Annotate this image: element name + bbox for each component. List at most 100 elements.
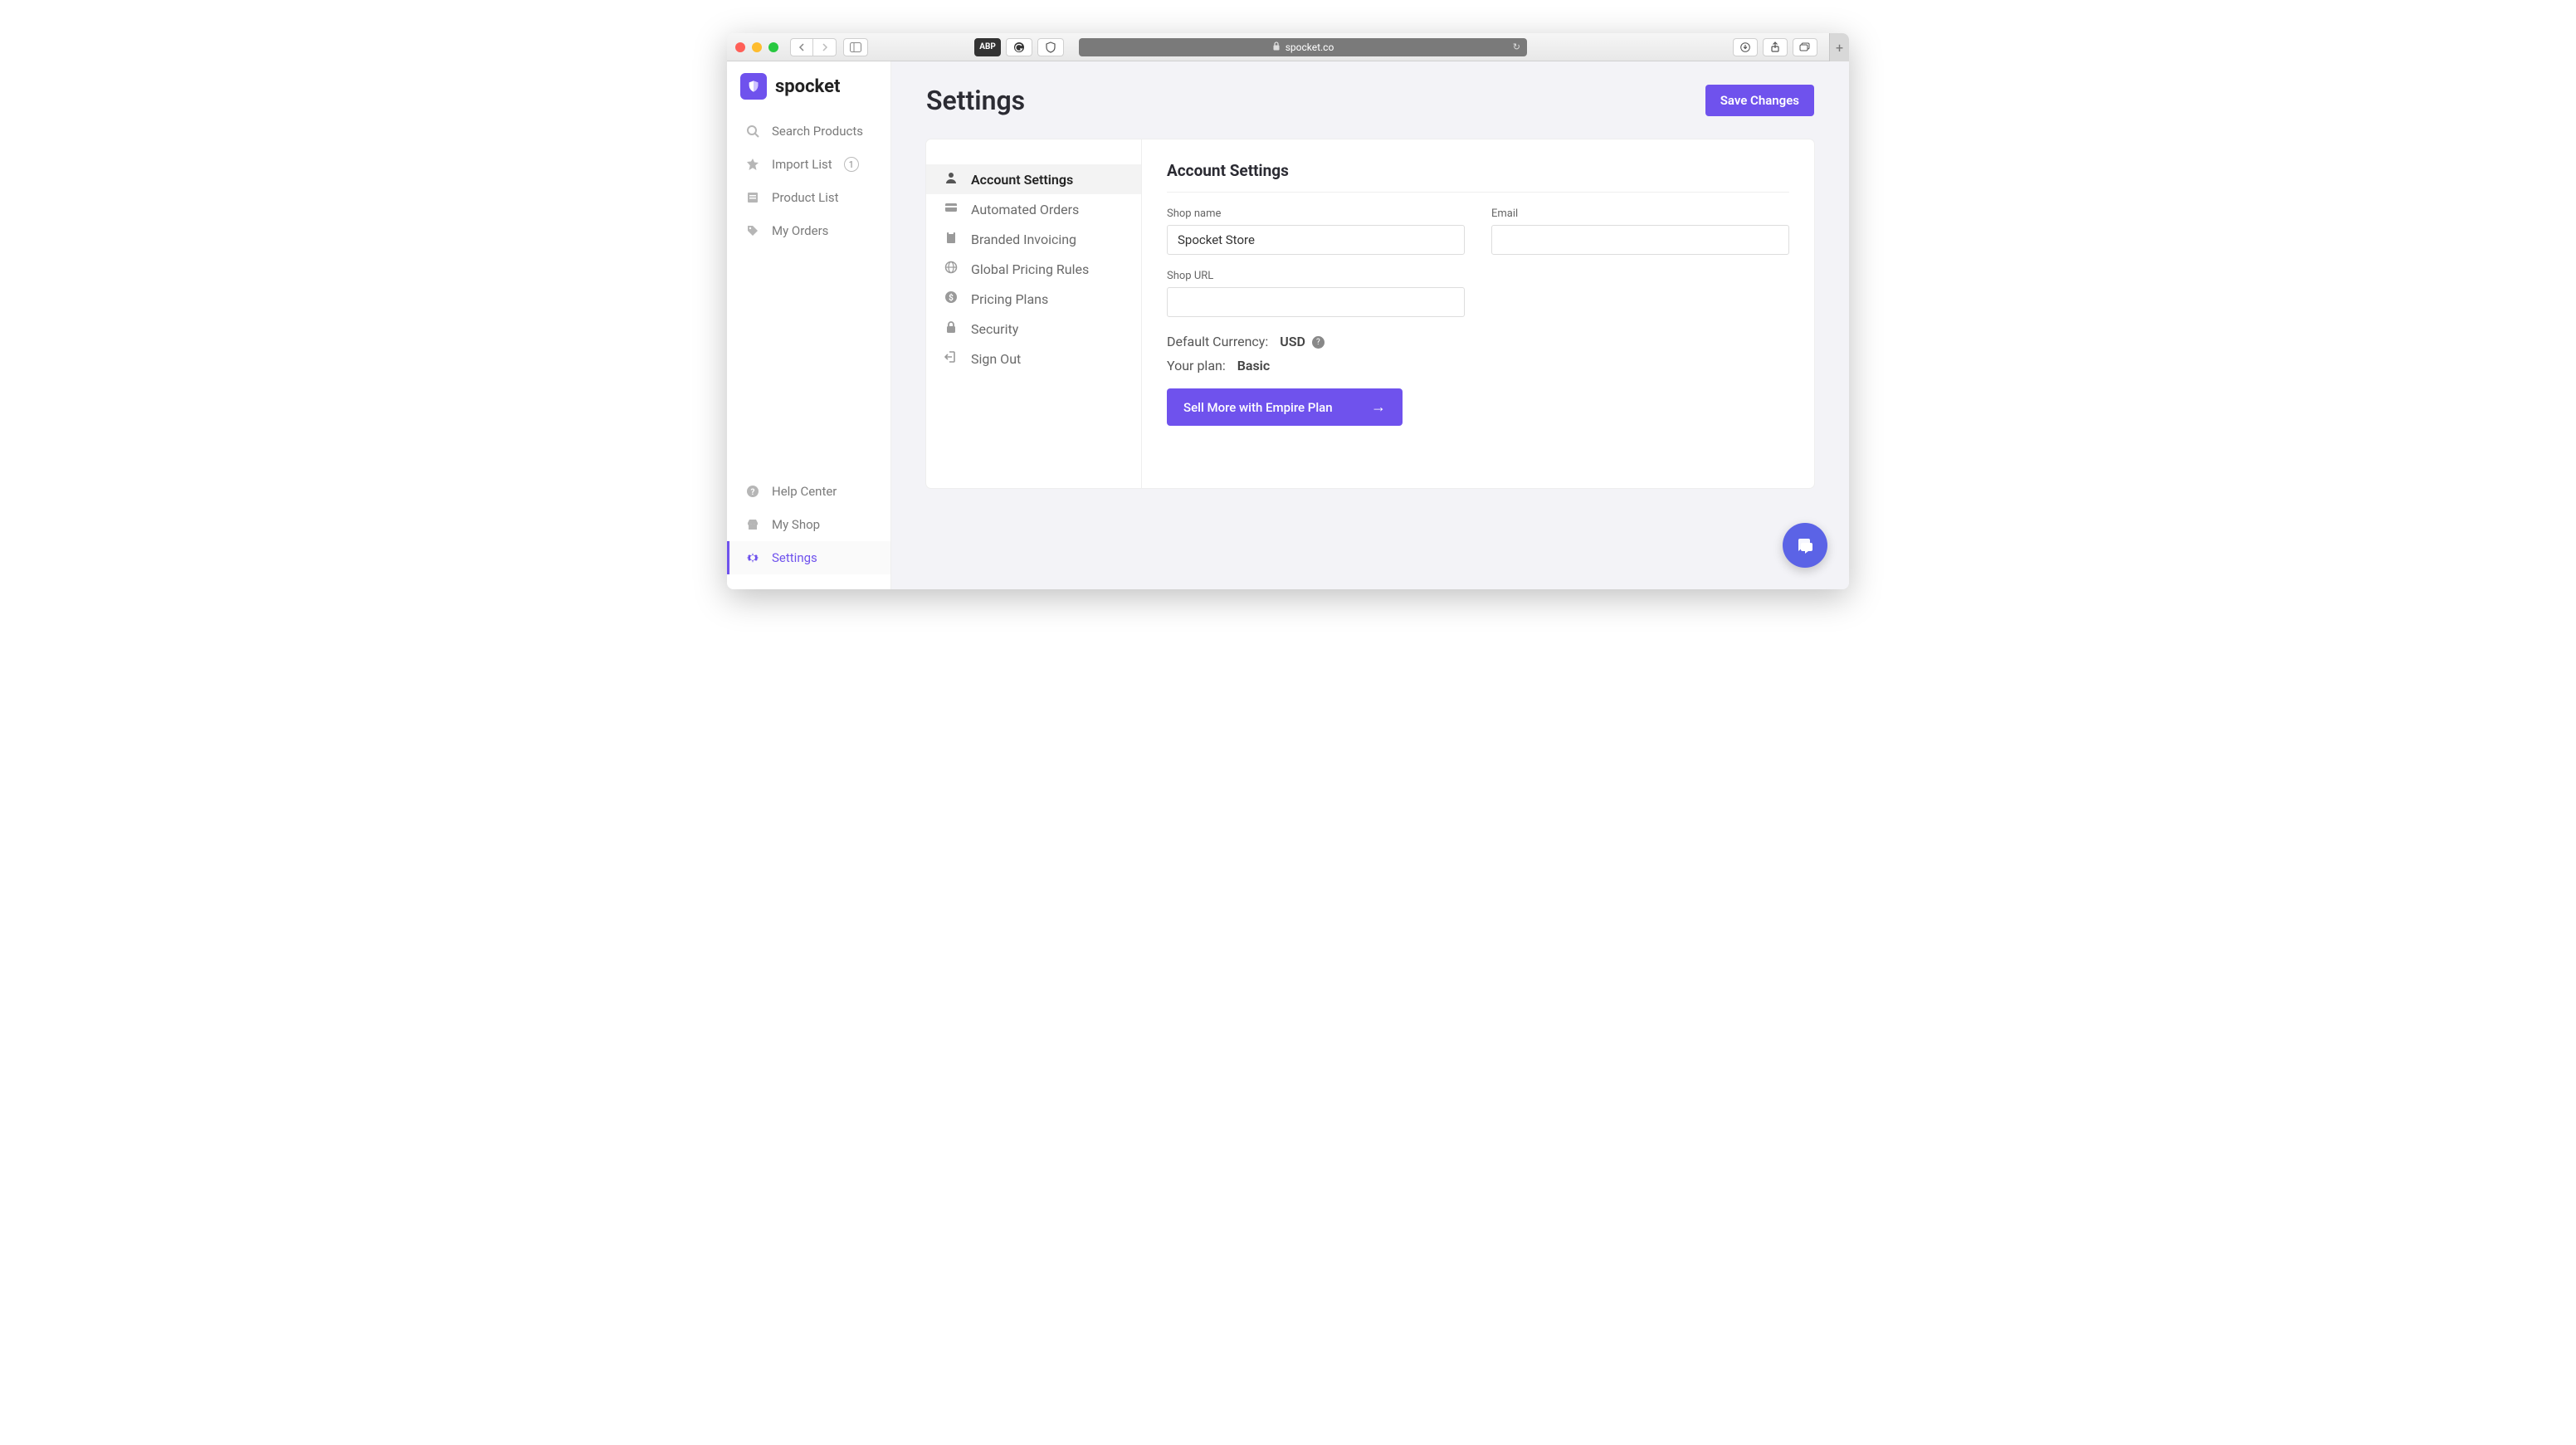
upgrade-plan-label: Sell More with Empire Plan — [1183, 400, 1333, 415]
settings-panel: Account Settings Shop name Email Shop UR… — [1142, 139, 1814, 488]
adblock-extension-button[interactable]: ABP — [974, 38, 1001, 56]
downloads-button[interactable] — [1733, 38, 1758, 56]
shop-url-input[interactable] — [1167, 287, 1465, 317]
settings-tab-label: Automated Orders — [971, 202, 1079, 217]
window-controls — [735, 42, 778, 52]
card-icon — [944, 201, 959, 217]
page-header: Settings Save Changes — [926, 85, 1814, 116]
page-title: Settings — [926, 85, 1025, 116]
star-icon — [745, 157, 760, 172]
section-heading: Account Settings — [1167, 161, 1789, 193]
sidebar-item-label: Product List — [772, 190, 839, 205]
brand-name: spocket — [775, 76, 840, 97]
plan-value: Basic — [1237, 358, 1270, 373]
search-icon — [745, 124, 760, 139]
sidebar-item-label: My Shop — [772, 517, 820, 532]
sidebar-item-my-orders[interactable]: My Orders — [727, 214, 890, 247]
settings-tab-account[interactable]: Account Settings — [926, 164, 1141, 194]
settings-tab-label: Security — [971, 321, 1018, 337]
globe-icon — [944, 261, 959, 277]
lock-icon — [944, 320, 959, 337]
extension-buttons: ABP — [974, 38, 1064, 56]
arrow-right-icon: → — [1371, 398, 1386, 416]
shop-name-label: Shop name — [1167, 207, 1465, 220]
window-minimize-button[interactable] — [752, 42, 762, 52]
settings-tab-branded-invoicing[interactable]: Branded Invoicing — [926, 224, 1141, 254]
currency-label: Default Currency: — [1167, 334, 1268, 349]
browser-right-tools — [1733, 38, 1817, 56]
sidebar-item-settings[interactable]: Settings — [727, 541, 890, 574]
settings-nav: Account Settings Automated Orders Brande… — [926, 139, 1142, 488]
back-button[interactable] — [790, 38, 813, 56]
chat-fab-button[interactable] — [1783, 523, 1827, 568]
sidebar-item-my-shop[interactable]: My Shop — [727, 508, 890, 541]
dollar-icon: $ — [944, 290, 959, 307]
sidebar-toggle-button[interactable] — [843, 38, 868, 56]
sign-out-icon — [944, 350, 959, 367]
url-host: spocket.co — [1286, 41, 1334, 53]
app-sidebar: spocket Search Products Import List 1 Pr… — [727, 61, 891, 589]
plan-label: Your plan: — [1167, 358, 1226, 373]
svg-text:$: $ — [949, 292, 954, 303]
shop-url-label: Shop URL — [1167, 270, 1465, 282]
account-form: Shop name Email Shop URL — [1167, 207, 1789, 317]
list-icon — [745, 190, 760, 205]
email-label: Email — [1491, 207, 1789, 220]
sidebar-item-label: Help Center — [772, 484, 837, 499]
sidebar-item-search-products[interactable]: Search Products — [727, 115, 890, 148]
sidebar-item-import-list[interactable]: Import List 1 — [727, 148, 890, 181]
help-icon: ? — [745, 484, 760, 499]
privacy-shield-button[interactable] — [1037, 38, 1064, 56]
shop-icon — [745, 517, 760, 532]
sidebar-item-label: Search Products — [772, 124, 863, 139]
upgrade-plan-button[interactable]: Sell More with Empire Plan → — [1167, 388, 1403, 426]
sidebar-item-product-list[interactable]: Product List — [727, 181, 890, 214]
brand-logo[interactable]: spocket — [727, 73, 890, 115]
field-shop-name: Shop name — [1167, 207, 1465, 255]
settings-tab-sign-out[interactable]: Sign Out — [926, 344, 1141, 373]
lock-icon — [1272, 41, 1281, 53]
sidebar-nav-bottom: ? Help Center My Shop Settings — [727, 475, 890, 589]
reload-button[interactable]: ↻ — [1513, 41, 1520, 52]
window-zoom-button[interactable] — [768, 42, 778, 52]
new-tab-button[interactable]: + — [1829, 33, 1849, 61]
email-input[interactable] — [1491, 225, 1789, 255]
settings-tab-label: Account Settings — [971, 172, 1073, 188]
tabs-button[interactable] — [1793, 38, 1817, 56]
settings-tab-label: Global Pricing Rules — [971, 261, 1089, 277]
settings-tab-label: Branded Invoicing — [971, 232, 1076, 247]
sidebar-item-help-center[interactable]: ? Help Center — [727, 475, 890, 508]
settings-tab-pricing-rules[interactable]: Global Pricing Rules — [926, 254, 1141, 284]
chat-icon — [1795, 535, 1815, 555]
browser-window: ABP spocket.co ↻ — [727, 33, 1849, 589]
history-nav — [790, 38, 837, 56]
window-close-button[interactable] — [735, 42, 745, 52]
gear-icon — [745, 550, 760, 565]
field-shop-url: Shop URL — [1167, 270, 1465, 317]
person-icon — [944, 171, 959, 188]
save-changes-button[interactable]: Save Changes — [1705, 85, 1814, 116]
address-bar[interactable]: spocket.co ↻ — [1079, 38, 1527, 56]
settings-tab-security[interactable]: Security — [926, 314, 1141, 344]
settings-tab-pricing-plans[interactable]: $ Pricing Plans — [926, 284, 1141, 314]
currency-help-icon[interactable]: ? — [1312, 336, 1325, 349]
settings-tab-label: Pricing Plans — [971, 291, 1048, 307]
default-currency-row: Default Currency: USD ? — [1167, 334, 1789, 349]
sidebar-item-label: My Orders — [772, 223, 828, 238]
shop-name-input[interactable] — [1167, 225, 1465, 255]
sidebar-item-label: Settings — [772, 550, 817, 565]
settings-tab-label: Sign Out — [971, 351, 1021, 367]
sidebar-item-label: Import List — [772, 157, 832, 172]
settings-tab-automated-orders[interactable]: Automated Orders — [926, 194, 1141, 224]
share-button[interactable] — [1763, 38, 1788, 56]
brand-mark-icon — [740, 73, 767, 100]
plan-row: Your plan: Basic — [1167, 358, 1789, 373]
import-list-badge: 1 — [844, 157, 859, 172]
forward-button[interactable] — [813, 38, 837, 56]
app-root: spocket Search Products Import List 1 Pr… — [727, 61, 1849, 589]
browser-toolbar: ABP spocket.co ↻ — [727, 33, 1849, 61]
grammarly-extension-button[interactable] — [1006, 38, 1032, 56]
main-content: Settings Save Changes Account Settings A… — [891, 61, 1849, 589]
currency-value: USD — [1280, 334, 1305, 349]
tag-icon — [745, 223, 760, 238]
